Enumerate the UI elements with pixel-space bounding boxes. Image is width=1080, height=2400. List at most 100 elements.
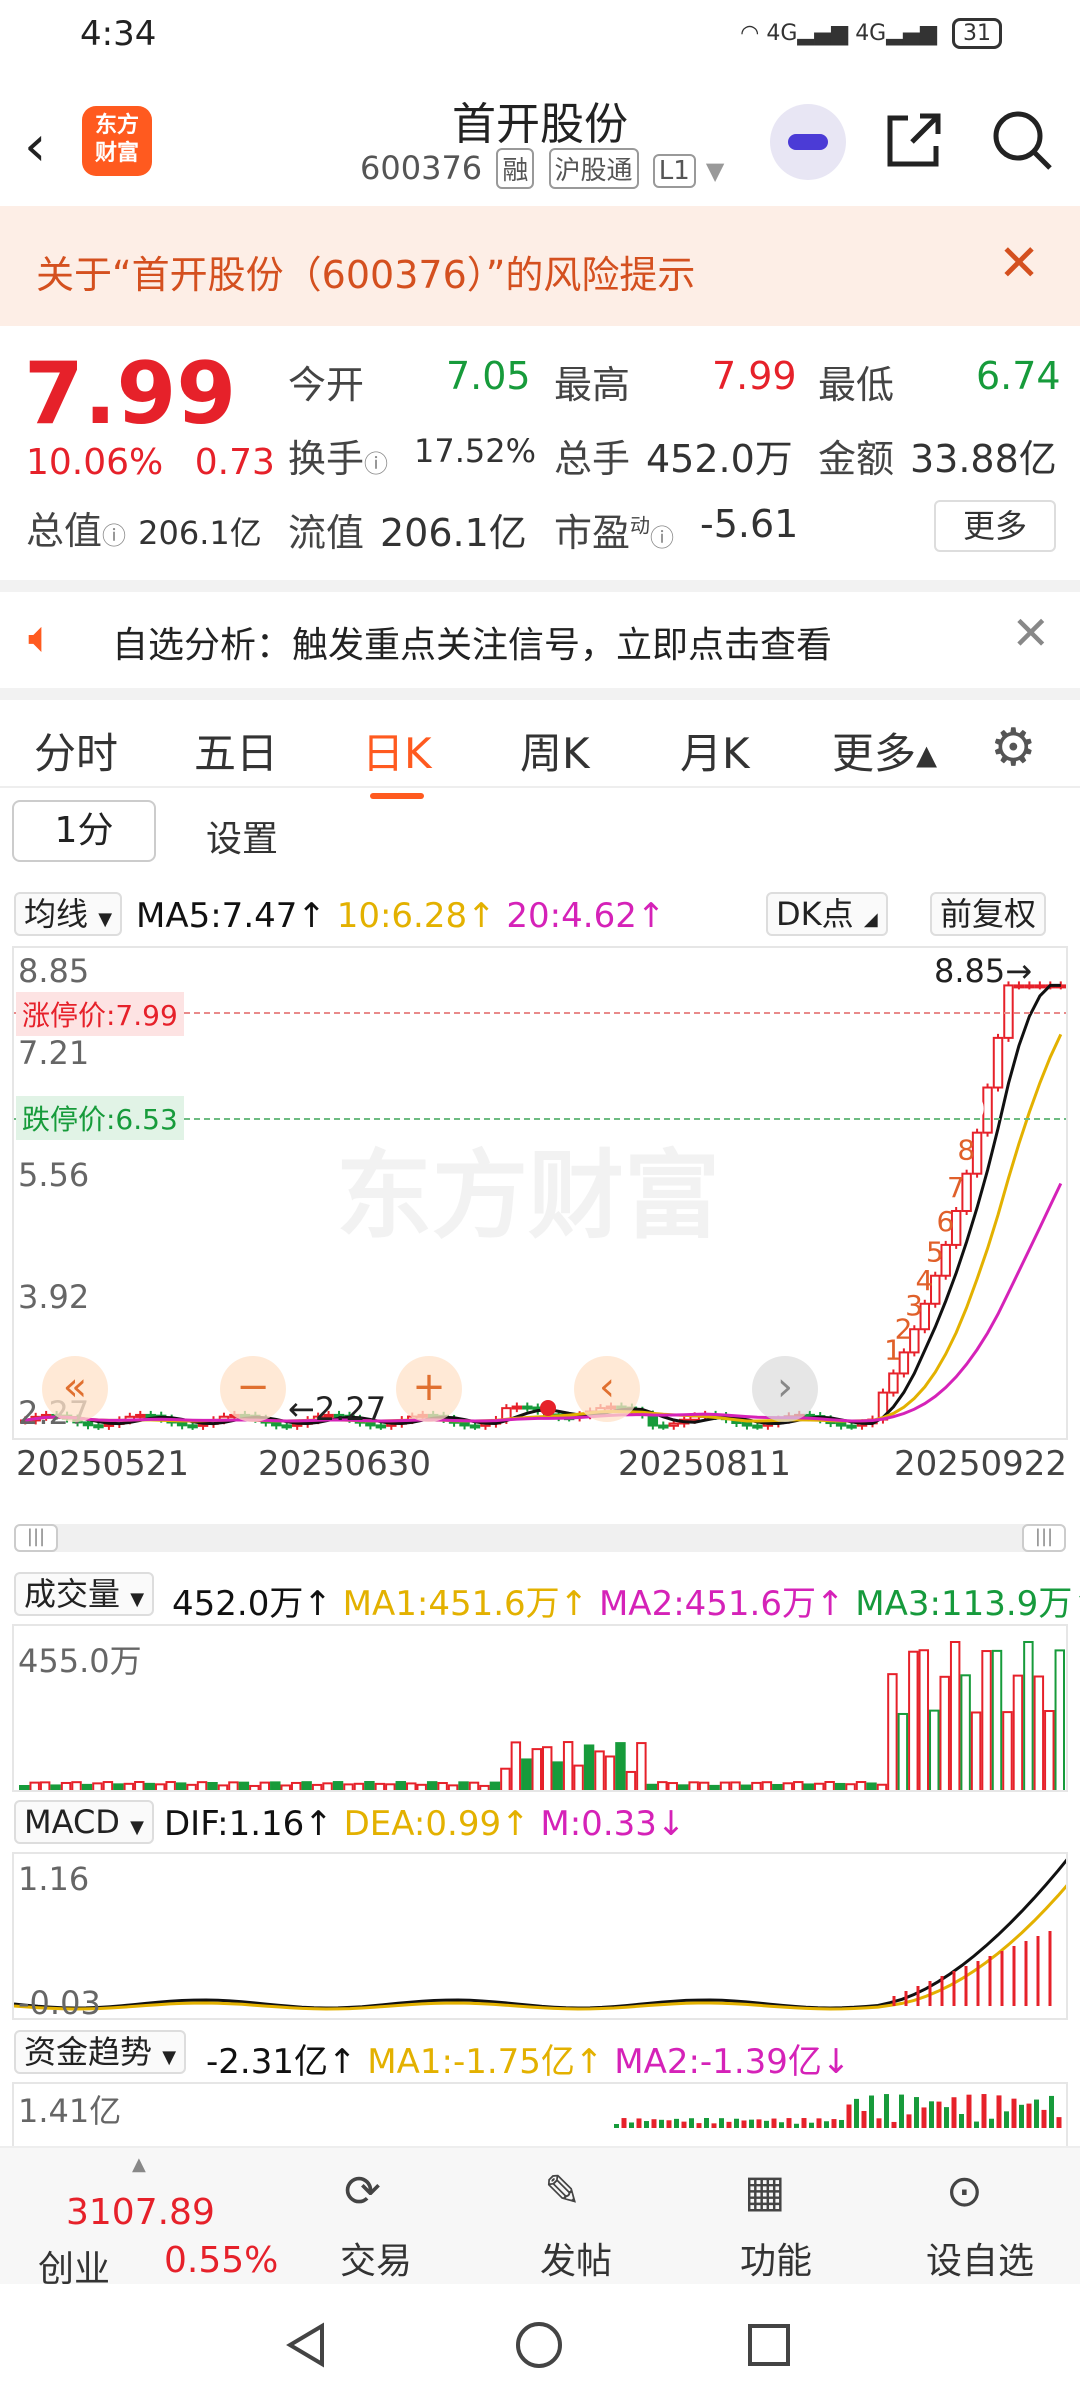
fund-chart[interactable]: 1.41亿 — [12, 2082, 1068, 2146]
volume-bar — [259, 1781, 271, 1790]
scroll-left-button[interactable]: ‹ — [574, 1356, 640, 1422]
volume-selector-label: 成交量 — [24, 1575, 121, 1613]
nav-functions[interactable]: ▦ 功能 — [720, 2148, 840, 2286]
macd-chart[interactable]: 1.16 -0.03 — [12, 1852, 1068, 2020]
dk-point-button[interactable]: DK点 ◢ — [766, 892, 888, 936]
bottom-nav: ▲ 3107.89 创业 0.55% ⟳ 交易 ✎ 发帖 ▦ 功能 ⊙ 设自选 — [0, 2146, 1080, 2290]
fund-bar — [779, 2122, 784, 2128]
fund-bar — [839, 2119, 844, 2128]
open-label: 今开 — [288, 363, 365, 407]
candle-body — [846, 1424, 857, 1429]
fund-bar — [1019, 2104, 1024, 2128]
scroll-right-button[interactable]: › — [752, 1356, 818, 1422]
fund-bar — [921, 2107, 927, 2128]
volume-bar — [542, 1746, 553, 1790]
volume-bar — [447, 1784, 459, 1790]
amount-label: 金额 — [818, 437, 895, 481]
volume-label: 总手 — [554, 437, 631, 481]
fund-bar — [1056, 2117, 1062, 2128]
signal-icon: ▂▄▆ — [886, 21, 937, 46]
info-icon[interactable]: ⓘ — [650, 524, 674, 552]
close-icon[interactable]: ✕ — [1011, 606, 1050, 660]
volume-bar — [887, 1673, 898, 1790]
price-change: 10.06% 0.73 — [26, 442, 275, 483]
volume-bar — [834, 1782, 846, 1790]
more-button[interactable]: 更多 — [934, 500, 1056, 552]
home-circle-icon[interactable] — [514, 2320, 564, 2370]
turnover-label: 换手ⓘ — [288, 428, 388, 483]
volume-bar — [29, 1781, 40, 1790]
volume-bar — [876, 1783, 888, 1790]
analysis-notice[interactable]: 🔈︎ 自选分析：触发重点关注信号，立即点击查看 ✕ — [0, 580, 1080, 676]
volume-bar — [939, 1675, 950, 1790]
assistant-avatar[interactable] — [770, 104, 846, 180]
volume-bar — [636, 1742, 647, 1790]
open-value: 7.05 — [446, 354, 531, 398]
volume-bar — [60, 1781, 72, 1790]
zoom-out-button[interactable]: − — [220, 1356, 286, 1422]
signal-2-label: 4G — [855, 21, 887, 46]
candle-body — [888, 1372, 899, 1394]
range-handle-left[interactable]: ||| — [14, 1524, 58, 1552]
back-triangle-icon[interactable] — [282, 2320, 332, 2370]
volume-bar — [416, 1783, 427, 1790]
tab-five-day[interactable]: 五日 — [194, 720, 278, 781]
info-icon[interactable]: ⓘ — [102, 522, 126, 550]
tab-intraday[interactable]: 分时 — [34, 720, 118, 781]
date-axis: 20250521 20250630 20250811 20250922 — [0, 1440, 1080, 1500]
volume-bar — [991, 1649, 1003, 1790]
nav-add-watchlist-label: 设自选 — [926, 2241, 1035, 2282]
tab-monthly-k[interactable]: 月K — [680, 720, 750, 781]
search-icon[interactable] — [990, 108, 1054, 172]
gear-icon[interactable]: ⚙ — [990, 718, 1037, 778]
volume-bar — [949, 1641, 961, 1790]
fund-bar — [734, 2118, 739, 2128]
y-tick: 1.41亿 — [18, 2092, 122, 2130]
dropdown-icon: ▼ — [130, 1589, 145, 1610]
nav-add-watchlist[interactable]: ⊙ 设自选 — [906, 2148, 1056, 2286]
volume-bar — [395, 1781, 407, 1790]
nav-trade-label: 交易 — [340, 2241, 413, 2282]
nav-post[interactable]: ✎ 发帖 — [520, 2148, 640, 2286]
nine-count-label: 6 — [936, 1205, 954, 1238]
fund-bar — [929, 2101, 934, 2128]
risk-banner[interactable]: 关于“首开股份（600376）”的风险提示 ✕ — [0, 206, 1080, 326]
volume-bar — [426, 1781, 438, 1790]
low-value: 6.74 — [976, 354, 1061, 398]
minute-period-button[interactable]: 1分 — [12, 800, 156, 862]
recents-square-icon[interactable] — [744, 2320, 794, 2370]
volume-bar — [604, 1755, 616, 1790]
tab-daily-k[interactable]: 日K — [362, 720, 432, 799]
zoom-in-button[interactable]: + — [396, 1356, 462, 1422]
close-icon[interactable]: ✕ — [998, 234, 1040, 292]
ma-selector[interactable]: 均线 ▼ — [14, 892, 123, 936]
info-icon[interactable]: ⓘ — [364, 450, 388, 478]
fund-bar — [786, 2118, 792, 2128]
volume-bar — [719, 1781, 731, 1790]
index-ticker[interactable]: ▲ 3107.89 创业 0.55% — [20, 2154, 278, 2290]
adjust-button[interactable]: 前复权 — [930, 892, 1047, 936]
float-value: 206.1亿 — [380, 511, 527, 555]
volume-selector[interactable]: 成交量 ▼ — [14, 1572, 155, 1616]
tab-weekly-k[interactable]: 周K — [520, 720, 590, 781]
macd-dif-line — [14, 1858, 1066, 2010]
volume-bar — [280, 1784, 291, 1790]
tab-more[interactable]: 更多▴ — [832, 720, 937, 781]
volume-bar — [479, 1784, 490, 1790]
range-handle-right[interactable]: ||| — [1022, 1524, 1066, 1552]
speaker-icon: 🔈︎ — [28, 612, 55, 663]
scroll-left-fast-button[interactable]: « — [42, 1356, 108, 1422]
volume-bar — [102, 1781, 114, 1790]
settings-button[interactable]: 设置 — [206, 810, 278, 862]
y-tick: 455.0万 — [18, 1642, 142, 1680]
chart-range-scrollbar[interactable]: ||| ||| — [14, 1524, 1066, 1552]
macd-selector[interactable]: MACD ▼ — [14, 1800, 154, 1844]
stock-code-row[interactable]: 600376 融 沪股通 L1 ▼ — [360, 148, 724, 189]
share-icon[interactable] — [882, 108, 946, 172]
ma5-value: MA5:7.47↑ — [136, 896, 326, 936]
kline-chart[interactable]: 123456789 8.85 7.21 5.56 3.92 2.27 涨停价:7… — [12, 946, 1068, 1440]
nav-trade[interactable]: ⟳ 交易 — [320, 2148, 440, 2286]
fund-selector[interactable]: 资金趋势 ▼ — [14, 2030, 187, 2074]
volume-chart[interactable]: 455.0万 — [12, 1624, 1068, 1792]
fund-bar — [726, 2121, 732, 2128]
